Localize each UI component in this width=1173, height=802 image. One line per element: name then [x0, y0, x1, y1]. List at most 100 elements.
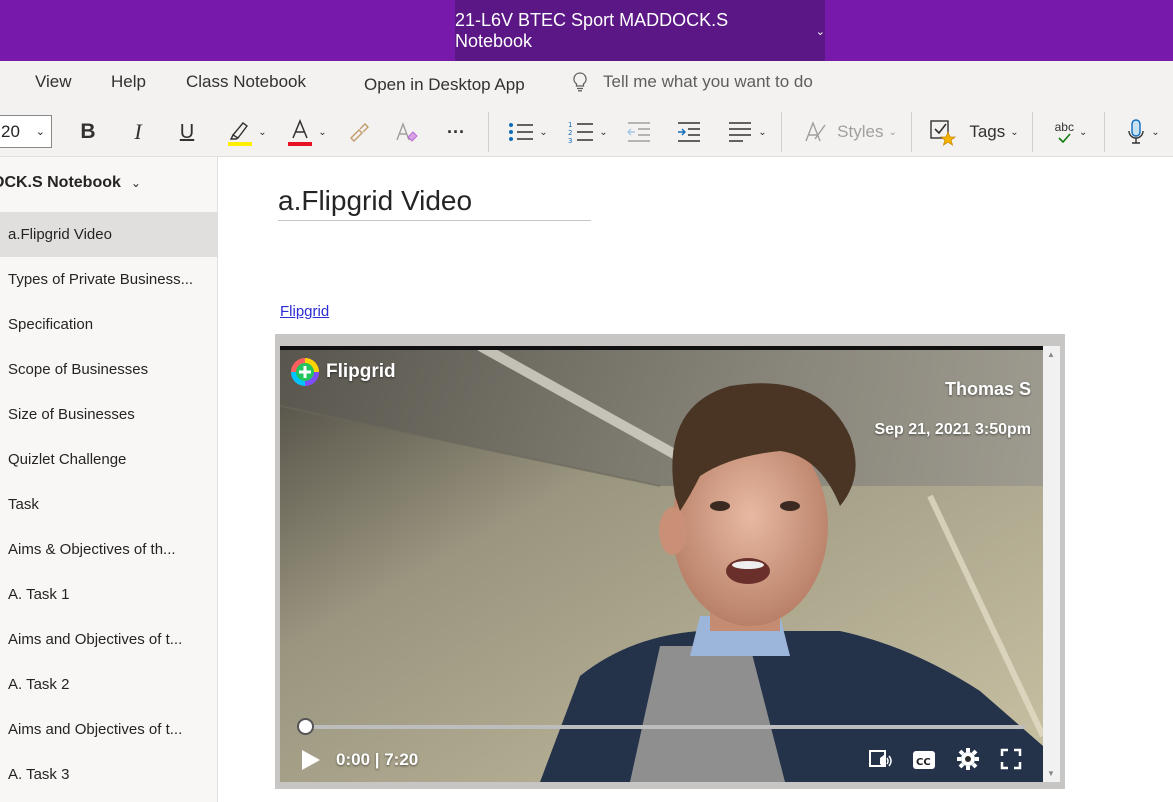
captions-icon: CC [913, 751, 935, 769]
styles-label: Styles [837, 122, 884, 141]
numbering-button[interactable]: 123 ⌄ [565, 116, 611, 148]
video-player[interactable]: Flipgrid Thomas S Sep 21, 2021 3:50pm 0:… [280, 346, 1043, 782]
audio-description-button[interactable] [868, 748, 894, 772]
section-title: OCK.S Notebook [0, 174, 121, 191]
chevron-down-icon: ⌄ [815, 26, 825, 38]
page-item[interactable]: Types of Private Business... [0, 257, 217, 302]
flipgrid-brand-label: Flipgrid [326, 361, 396, 382]
chevron-down-icon: ⌄ [758, 126, 767, 138]
chevron-down-icon: ⌄ [35, 126, 45, 138]
microphone-icon [1126, 118, 1146, 146]
page-item[interactable]: A. Task 3 [0, 752, 217, 797]
video-date: Sep 21, 2021 3:50pm [874, 421, 1031, 438]
chevron-down-icon: ⌄ [1151, 126, 1160, 138]
increase-indent-icon [676, 121, 702, 143]
chevron-down-icon: ⌄ [318, 126, 327, 138]
page-item[interactable]: Aims and Objectives of t... [0, 617, 217, 662]
spelling-button[interactable]: abc ⌄ [1048, 116, 1094, 148]
decrease-indent-button[interactable] [625, 116, 653, 148]
chevron-down-icon: ⌄ [599, 126, 608, 138]
page-item[interactable]: a.Flipgrid Video [0, 212, 217, 257]
page-item[interactable]: Scope of Businesses [0, 347, 217, 392]
menu-help[interactable]: Help [111, 72, 146, 92]
divider [781, 112, 782, 152]
font-size-select[interactable]: 20 ⌄ [0, 115, 52, 148]
chevron-down-icon: ⌄ [888, 126, 897, 138]
decrease-indent-icon [626, 121, 652, 143]
notebook-title-button[interactable]: 21-L6V BTEC Sport MADDOCK.S Notebook ⌄ [455, 0, 825, 61]
fullscreen-button[interactable] [1000, 748, 1022, 770]
highlighter-icon [227, 117, 253, 147]
video-frame-image [280, 346, 1043, 782]
flipgrid-link[interactable]: Flipgrid [280, 303, 329, 320]
divider [911, 112, 912, 152]
underline-button[interactable]: U [173, 116, 201, 148]
divider [488, 112, 489, 152]
audio-description-icon [869, 750, 892, 767]
bold-button[interactable]: B [74, 116, 102, 148]
page-item[interactable]: Aims and Objectives of t... [0, 707, 217, 752]
page-item[interactable]: Size of Businesses [0, 392, 217, 437]
increase-indent-button[interactable] [675, 116, 703, 148]
settings-button[interactable] [956, 747, 980, 771]
dictate-button[interactable]: ⌄ [1118, 116, 1168, 148]
italic-button[interactable]: I [124, 116, 152, 148]
align-button[interactable]: ⌄ [724, 116, 770, 148]
flipgrid-logo-icon [291, 358, 319, 386]
svg-text:3: 3 [568, 137, 572, 144]
highlight-button[interactable]: ⌄ [224, 116, 270, 148]
page-item[interactable]: Aims & Objectives of th... [0, 527, 217, 572]
page-title[interactable]: a.Flipgrid Video [278, 185, 591, 221]
menu-view[interactable]: View [35, 72, 72, 92]
page-item[interactable]: Quizlet Challenge [0, 437, 217, 482]
menu-class-notebook[interactable]: Class Notebook [186, 72, 306, 92]
captions-button[interactable]: CC [912, 749, 936, 771]
format-painter-button[interactable] [345, 116, 373, 148]
play-button[interactable] [300, 748, 322, 772]
title-bar: 21-L6V BTEC Sport MADDOCK.S Notebook ⌄ [0, 0, 1173, 61]
fullscreen-icon [1000, 748, 1022, 770]
scroll-up-icon[interactable]: ▲ [1047, 350, 1055, 359]
svg-text:2: 2 [568, 129, 572, 137]
scroll-down-icon[interactable]: ▼ [1047, 769, 1055, 778]
clear-formatting-icon [394, 120, 420, 144]
spell-check-label: abc [1054, 120, 1074, 134]
chevron-down-icon: ⌄ [539, 126, 548, 138]
video-progress-track[interactable] [297, 718, 1025, 735]
chevron-down-icon: ⌄ [258, 126, 267, 138]
chevron-down-icon: ⌄ [1010, 126, 1019, 138]
more-options-button[interactable]: ··· [442, 116, 470, 148]
chevron-down-icon: ⌄ [1078, 126, 1088, 138]
svg-text:1: 1 [568, 121, 572, 129]
font-color-icon [287, 117, 313, 147]
styles-button[interactable]: Styles ⌄ [798, 116, 902, 148]
menu-open-desktop-app[interactable]: Open in Desktop App [364, 75, 525, 95]
styles-icon [803, 119, 829, 145]
page-item[interactable]: A. Task 1 [0, 572, 217, 617]
todo-tag-icon [929, 118, 957, 146]
page-item[interactable]: Specification [0, 302, 217, 347]
chevron-down-icon: ⌄ [130, 176, 141, 190]
numbered-list-icon: 123 [568, 120, 594, 144]
font-size-value: 20 [1, 121, 20, 141]
spell-check-icon: abc [1055, 121, 1074, 143]
bullets-button[interactable]: ⌄ [505, 116, 551, 148]
divider [1104, 112, 1105, 152]
gear-icon [957, 748, 979, 770]
page-item[interactable]: Task [0, 482, 217, 527]
font-color-button[interactable]: ⌄ [283, 116, 331, 148]
divider [1032, 112, 1033, 152]
bullet-list-icon [508, 121, 534, 143]
page-item[interactable]: A. Task 2 [0, 662, 217, 707]
tags-button[interactable]: Tags ⌄ [926, 116, 1022, 148]
clear-formatting-button[interactable] [393, 116, 421, 148]
lightbulb-icon [573, 72, 587, 92]
embed-scrollbar[interactable]: ▲ ▼ [1043, 346, 1060, 782]
section-header[interactable]: OCK.S Notebook ⌄ [0, 174, 141, 192]
video-author: Thomas S [944, 379, 1031, 399]
video-time: 0:00 | 7:20 [336, 750, 419, 769]
tell-me-search[interactable]: Tell me what you want to do [573, 72, 813, 92]
paintbrush-icon [347, 120, 371, 144]
align-left-icon [727, 121, 753, 143]
video-progress-handle[interactable] [297, 718, 314, 735]
